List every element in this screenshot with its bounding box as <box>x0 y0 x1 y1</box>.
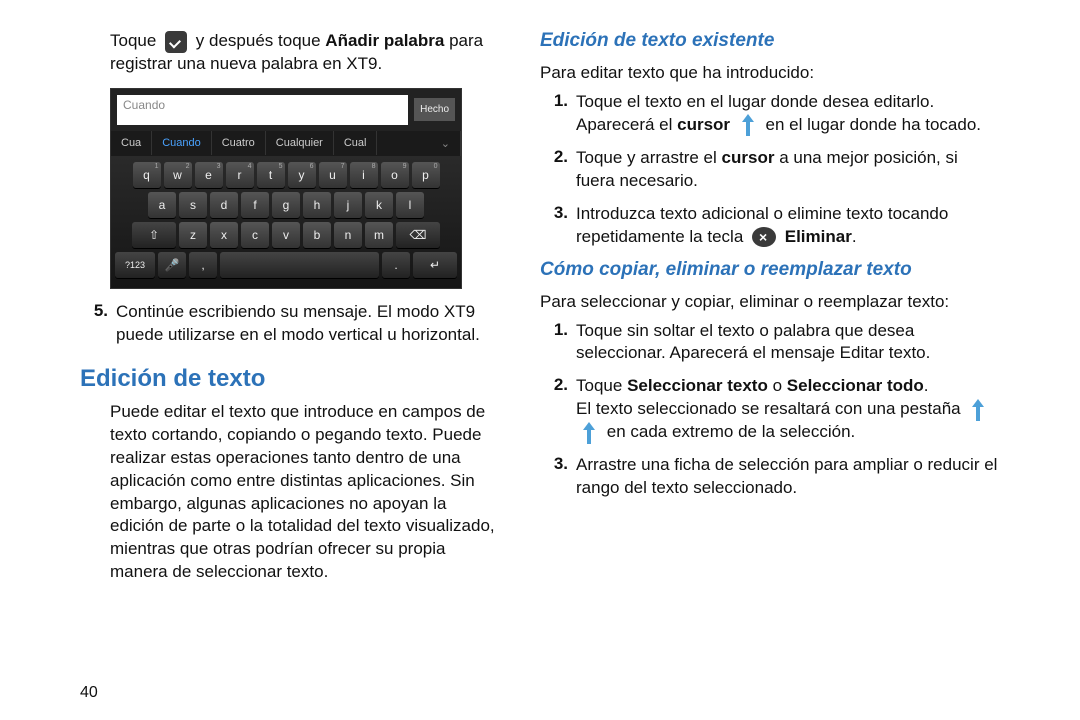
kb-key: e3 <box>195 162 223 188</box>
kb-key: i8 <box>350 162 378 188</box>
kb-key: c <box>241 222 269 248</box>
kb-dot-key: . <box>382 252 410 278</box>
kb-key: g <box>272 192 300 218</box>
kb-key: r4 <box>226 162 254 188</box>
selection-handle-left-icon <box>969 399 987 421</box>
kb-key: x <box>210 222 238 248</box>
kb-done-button: Hecho <box>414 98 455 121</box>
kb-key: v <box>272 222 300 248</box>
dropdown-icon <box>165 31 187 53</box>
kb-row-4: ?123 🎤 , . ↵ <box>115 252 457 278</box>
selection-handle-right-icon <box>580 422 598 444</box>
kb-space-key <box>220 252 379 278</box>
kb-key: p0 <box>412 162 440 188</box>
kb-key: z <box>179 222 207 248</box>
kb-row-1: q1w2e3r4t5y6u7i8o9p0 <box>115 162 457 188</box>
kb-sym-key: ?123 <box>115 252 155 278</box>
kb-key: d <box>210 192 238 218</box>
kb-key: s <box>179 192 207 218</box>
kb-key: n <box>334 222 362 248</box>
cursor-handle-icon <box>739 114 757 136</box>
kb-key: y6 <box>288 162 316 188</box>
kb-backspace-key: ⌫ <box>396 222 440 248</box>
kb-enter-key: ↵ <box>413 252 457 278</box>
heading-editing: Edición de texto <box>80 365 500 393</box>
editing-paragraph: Puede editar el texto que introduce en c… <box>80 401 500 585</box>
kb-shift-key: ⇧ <box>132 222 176 248</box>
backspace-icon <box>752 227 776 247</box>
list-item: 3. Introduzca texto adicional o elimine … <box>540 203 1000 249</box>
list-item: 1. Toque sin soltar el texto o palabra q… <box>540 320 1000 366</box>
kb-key: l <box>396 192 424 218</box>
page-number: 40 <box>80 684 98 702</box>
kb-key: q1 <box>133 162 161 188</box>
kb-row-3: ⇧ zxcvbnm ⌫ <box>115 222 457 248</box>
list-item: 5. Continúe escribiendo su mensaje. El m… <box>80 301 500 347</box>
kb-key: f <box>241 192 269 218</box>
kb-key: a <box>148 192 176 218</box>
intro-copy: Para seleccionar y copiar, eliminar o re… <box>540 291 1000 314</box>
kb-key: k <box>365 192 393 218</box>
chevron-down-icon: ⌄ <box>431 131 461 156</box>
keyboard-screenshot: Cuando Hecho Cua Cuando Cuatro Cualquier… <box>110 88 462 289</box>
kb-text-input: Cuando <box>117 95 408 125</box>
intro-line: Toque y después toque Añadir palabra par… <box>80 30 500 76</box>
kb-key: o9 <box>381 162 409 188</box>
kb-key: u7 <box>319 162 347 188</box>
heading-existing: Edición de texto existente <box>540 30 1000 52</box>
kb-key: j <box>334 192 362 218</box>
kb-key: m <box>365 222 393 248</box>
kb-mic-key: 🎤 <box>158 252 186 278</box>
list-item: 1. Toque el texto en el lugar donde dese… <box>540 91 1000 137</box>
list-item: 3. Arrastre una ficha de selección para … <box>540 454 1000 500</box>
kb-key: t5 <box>257 162 285 188</box>
kb-key: w2 <box>164 162 192 188</box>
kb-row-2: asdfghjkl <box>115 192 457 218</box>
kb-key: h <box>303 192 331 218</box>
kb-comma-key: , <box>189 252 217 278</box>
list-item: 2. Toque Seleccionar texto o Seleccionar… <box>540 375 1000 444</box>
kb-suggestion-bar: Cua Cuando Cuatro Cualquier Cual ⌄ <box>111 131 461 156</box>
intro-existing: Para editar texto que ha introducido: <box>540 62 1000 85</box>
list-item: 2. Toque y arrastre el cursor a una mejo… <box>540 147 1000 193</box>
heading-copy: Cómo copiar, eliminar o reemplazar texto <box>540 259 1000 281</box>
kb-key: b <box>303 222 331 248</box>
